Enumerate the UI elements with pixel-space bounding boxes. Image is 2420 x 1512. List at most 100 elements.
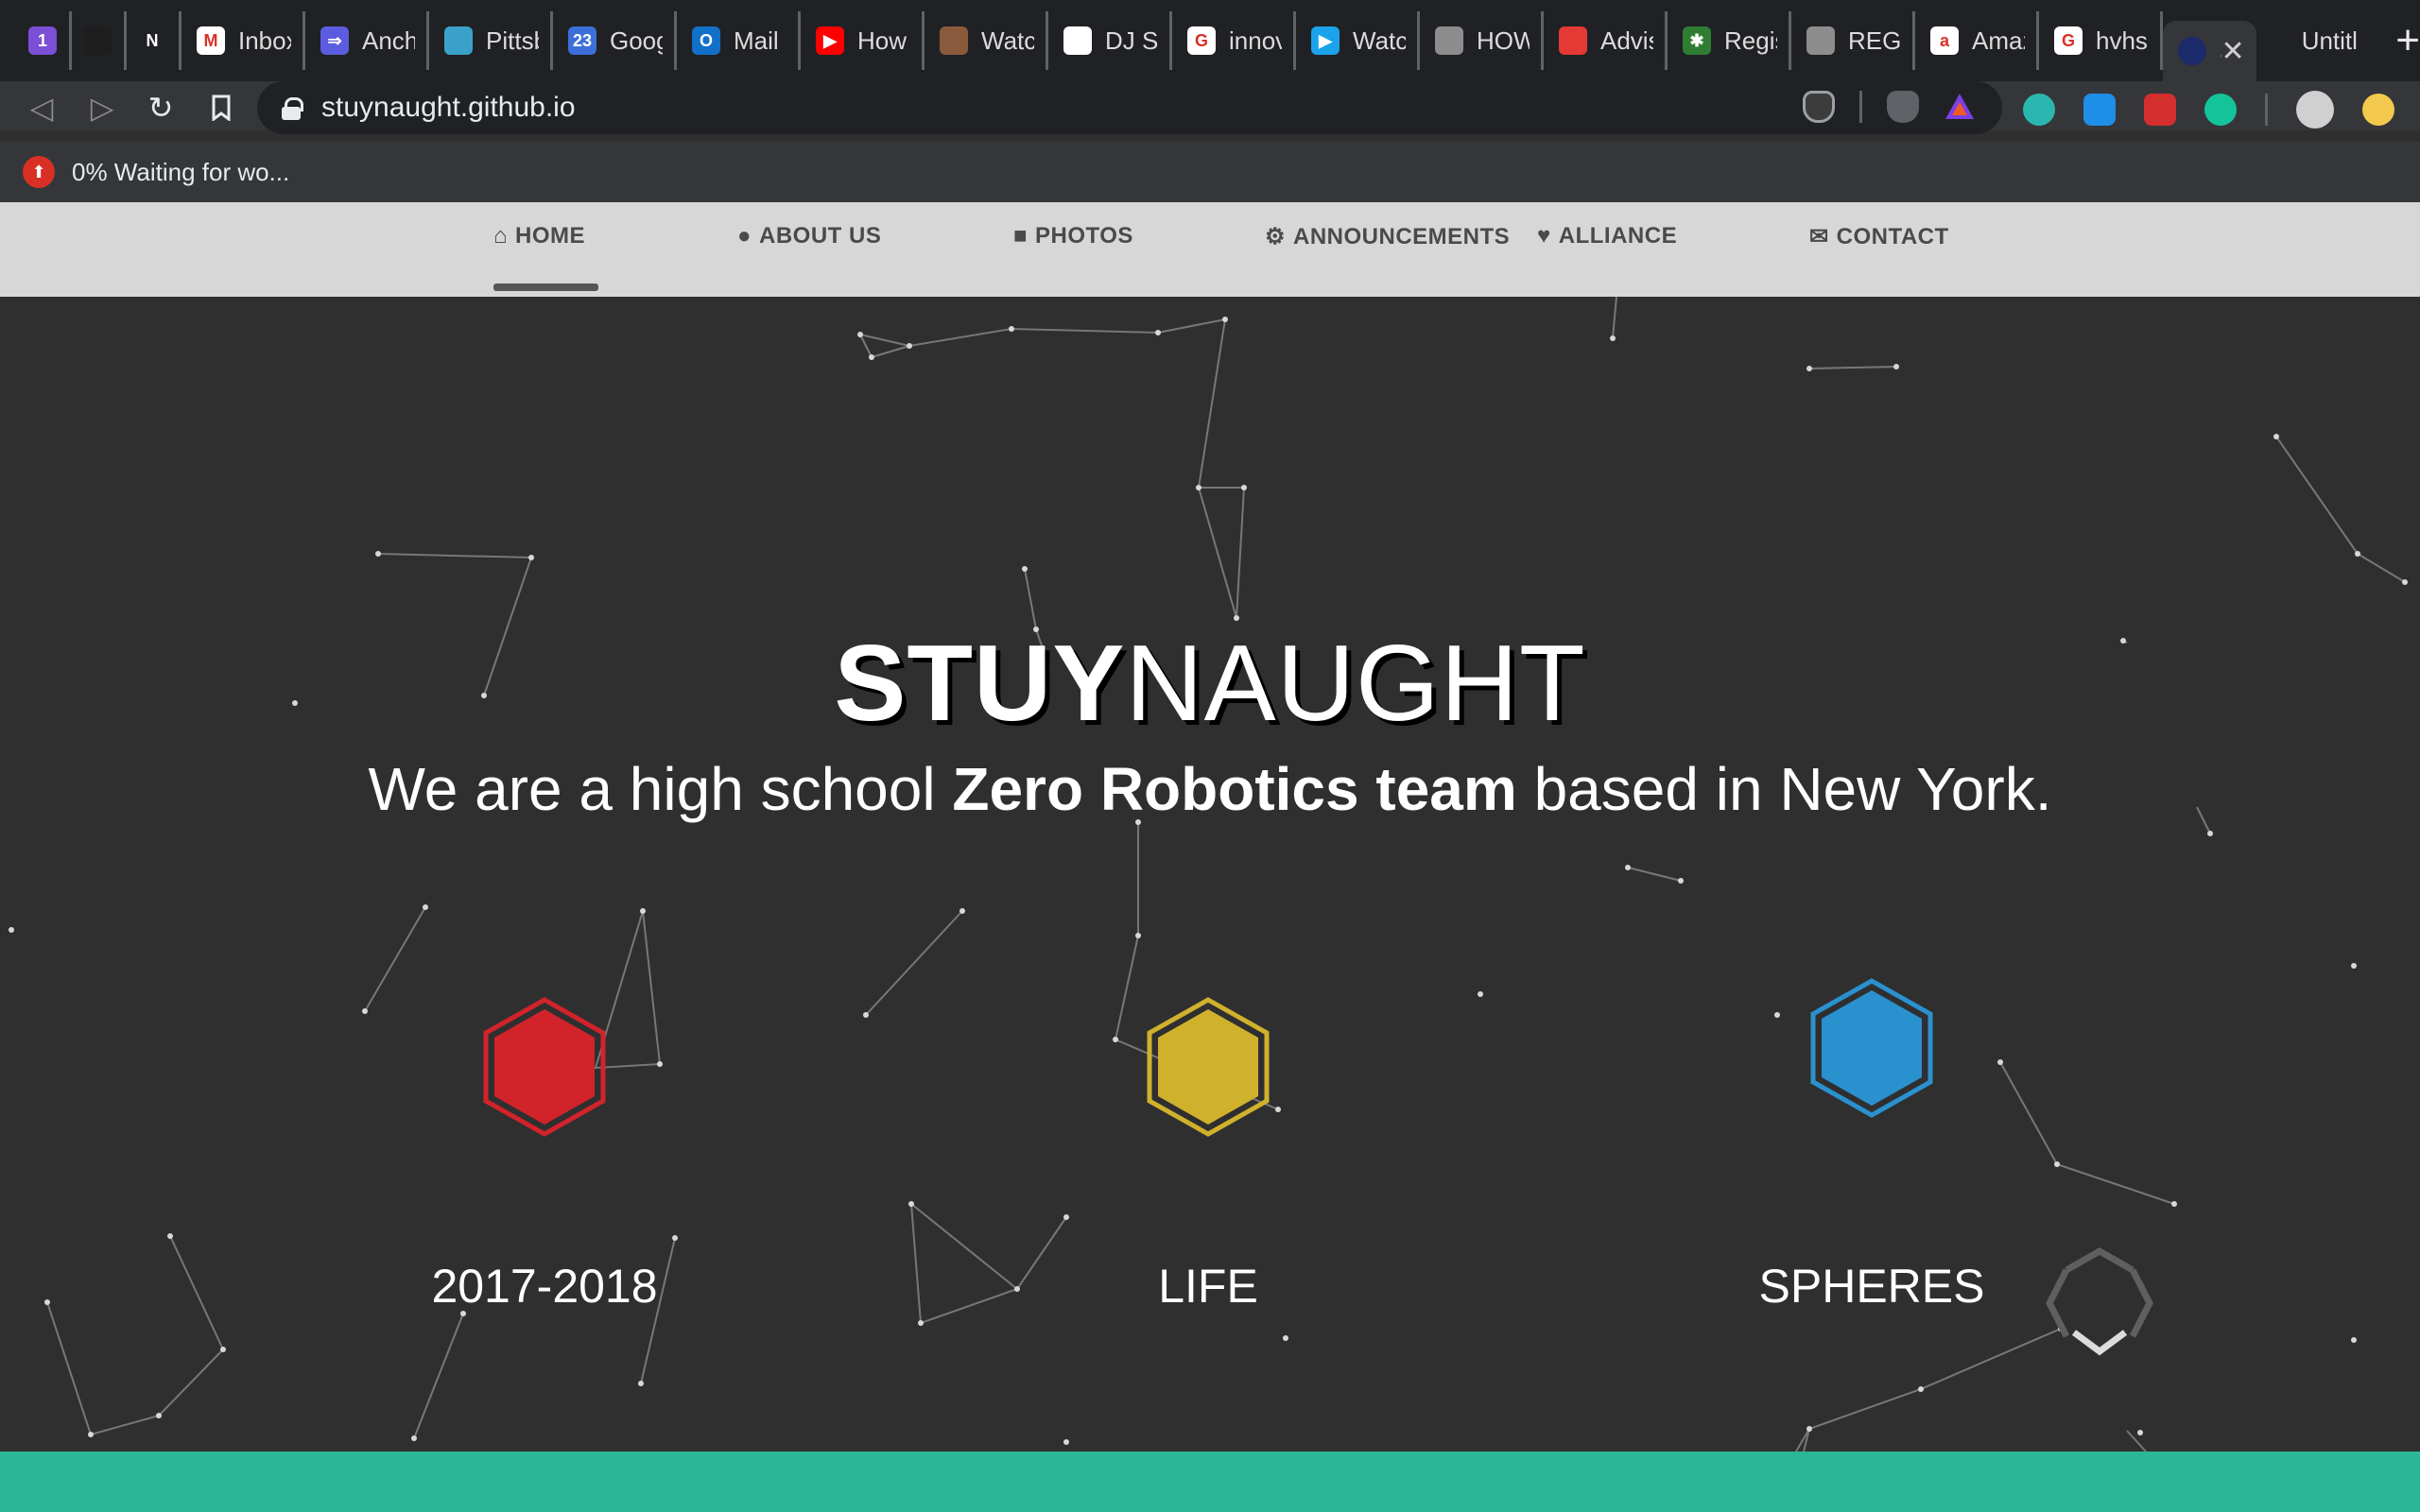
divider bbox=[1859, 91, 1862, 123]
stuynaught-icon bbox=[2178, 37, 2206, 65]
netflix-icon: N bbox=[138, 26, 166, 55]
loading-status-bar: ⬆ 0% Waiting for wo... bbox=[0, 142, 2420, 202]
dj-icon bbox=[1063, 26, 1092, 55]
extension-icons bbox=[2023, 91, 2394, 129]
nav-alliance[interactable]: ♥ ALLIANCE bbox=[1537, 223, 1677, 249]
feature-label: 2017-2018 bbox=[431, 1260, 658, 1313]
tab-untitled[interactable]: Untitl bbox=[2256, 11, 2374, 70]
tab-label: Goog bbox=[610, 26, 663, 55]
scroll-down-icon[interactable] bbox=[2038, 1242, 2161, 1365]
tab[interactable]: DJ Sl bbox=[1048, 11, 1172, 70]
gmail-icon: M bbox=[197, 26, 225, 55]
tab-label: DJ Sl bbox=[1105, 26, 1158, 55]
tagline-pre: We are a high school bbox=[368, 755, 953, 823]
extension-m-icon[interactable] bbox=[2023, 94, 2055, 126]
brave-icon[interactable] bbox=[1887, 91, 1919, 123]
gears-icon: ⚙ bbox=[1265, 224, 1287, 249]
tab[interactable]: a Amaz bbox=[1915, 11, 2039, 70]
back-icon[interactable]: ◁ bbox=[25, 91, 59, 125]
tagline: We are a high school Zero Robotics team … bbox=[0, 754, 2420, 824]
tab-label: Mail - bbox=[734, 26, 786, 55]
tab[interactable]: ⇒ Anch bbox=[305, 11, 429, 70]
tab[interactable]: Ginnov bbox=[1172, 11, 1296, 70]
tab[interactable]: Ghvhs bbox=[2039, 11, 2163, 70]
tab-label: How bbox=[857, 26, 908, 55]
tab[interactable]: ✱ Regis bbox=[1668, 11, 1791, 70]
tab[interactable]: Watc bbox=[925, 11, 1048, 70]
red-hexagon-icon bbox=[483, 997, 606, 1137]
site-brand-title: STUYNAUGHT bbox=[0, 622, 2420, 746]
address-bar-icons bbox=[1803, 91, 1976, 123]
feature-label: SPHERES bbox=[1758, 1260, 1985, 1313]
tab-active[interactable]: St ✕ bbox=[2163, 21, 2256, 81]
google-icon: G bbox=[1187, 26, 1216, 55]
tab-label: Pittsb bbox=[486, 26, 539, 55]
nav-about-us[interactable]: ● ABOUT US bbox=[737, 223, 881, 249]
lock-icon bbox=[282, 97, 303, 120]
reload-icon[interactable]: ↻ bbox=[144, 91, 178, 125]
nav-label: ALLIANCE bbox=[1558, 223, 1678, 249]
nav-announcements[interactable]: ⚙ ANNOUNCEMENTS bbox=[1265, 223, 1510, 250]
extension-screenshot-icon[interactable] bbox=[2083, 94, 2116, 126]
molecule-icon: ✱ bbox=[1683, 26, 1711, 55]
nav-home[interactable]: ⌂ HOME bbox=[493, 223, 598, 291]
tab-label: hvhs bbox=[2096, 26, 2148, 55]
address-bar[interactable]: stuynaught.github.io bbox=[257, 81, 2002, 134]
close-icon[interactable]: ✕ bbox=[2221, 35, 2245, 68]
tab[interactable]: HOW bbox=[1420, 11, 1544, 70]
nav-contact[interactable]: ✉ CONTACT bbox=[1809, 223, 1949, 250]
user-icon: ● bbox=[737, 223, 752, 249]
tab[interactable]: Advis bbox=[1544, 11, 1668, 70]
forward-icon[interactable]: ▷ bbox=[85, 91, 119, 125]
tab[interactable]: ▶ Watc bbox=[1296, 11, 1420, 70]
seal-icon bbox=[1435, 26, 1463, 55]
anchor-icon: ⇒ bbox=[320, 26, 349, 55]
tagline-post: based in New York. bbox=[1516, 755, 2052, 823]
nav-photos[interactable]: ■ PHOTOS bbox=[1013, 223, 1133, 249]
nav-label: ANNOUNCEMENTS bbox=[1293, 223, 1511, 249]
home-icon: ⌂ bbox=[493, 223, 508, 249]
section-divider-band bbox=[0, 1452, 2420, 1512]
feature-spheres[interactable]: SPHERES bbox=[1683, 977, 2061, 1313]
bookmark-icon[interactable] bbox=[204, 91, 238, 125]
tab-list: 1 N M Inbox ⇒ Anch Pittsb 23 Goog O Mail - ▶ How Watc… bbox=[17, 0, 2163, 81]
site-nav: ⌂ HOME ● ABOUT US ■ PHOTOS ⚙ ANNOUNCEMEN… bbox=[0, 202, 2420, 297]
grammarly-icon[interactable] bbox=[2204, 94, 2237, 126]
calendar-icon: 23 bbox=[568, 26, 596, 55]
feature-life[interactable]: LIFE bbox=[1019, 996, 1397, 1313]
tab[interactable]: O Mail - bbox=[677, 11, 801, 70]
tab-label: Amaz bbox=[1972, 26, 2025, 55]
shield-icon[interactable] bbox=[1803, 91, 1835, 123]
hero-section: STUYNAUGHT We are a high school Zero Rob… bbox=[0, 297, 2420, 1452]
tab[interactable]: REGIS bbox=[1791, 11, 1915, 70]
tab[interactable]: ▶ How bbox=[801, 11, 925, 70]
new-tab-button[interactable]: + bbox=[2395, 17, 2420, 64]
film-icon bbox=[940, 26, 968, 55]
nav-label: HOME bbox=[515, 223, 585, 249]
amazon-icon: a bbox=[1930, 26, 1959, 55]
rewards-icon[interactable] bbox=[1944, 91, 1976, 123]
blue-hexagon-icon bbox=[1810, 978, 1933, 1118]
nav-label: ABOUT US bbox=[759, 223, 882, 249]
profile-avatar[interactable] bbox=[2296, 91, 2334, 129]
tab-label: Regis bbox=[1724, 26, 1777, 55]
loading-status-text: 0% Waiting for wo... bbox=[72, 157, 290, 186]
seal-icon bbox=[1806, 26, 1835, 55]
tab[interactable]: 1 bbox=[17, 11, 72, 70]
tab[interactable] bbox=[72, 11, 127, 70]
spotify-icon bbox=[83, 26, 112, 55]
tab[interactable]: Pittsb bbox=[429, 11, 553, 70]
tagline-bold: Zero Robotics team bbox=[952, 755, 1517, 823]
feature-2017-2018[interactable]: 2017-2018 bbox=[355, 996, 734, 1313]
extension-lastpass-icon[interactable] bbox=[2144, 94, 2176, 126]
tab[interactable]: N bbox=[127, 11, 182, 70]
onepassword-icon: 1 bbox=[28, 26, 57, 55]
google-icon: G bbox=[2054, 26, 2083, 55]
tab[interactable]: M Inbox bbox=[182, 11, 305, 70]
tab-label: HOW bbox=[1477, 26, 1530, 55]
tab-label: REGIS bbox=[1848, 26, 1901, 55]
tab-label: Inbox bbox=[238, 26, 291, 55]
tab[interactable]: 23 Goog bbox=[553, 11, 677, 70]
feature-label: LIFE bbox=[1158, 1260, 1258, 1313]
extension-badge-icon[interactable] bbox=[2362, 94, 2394, 126]
